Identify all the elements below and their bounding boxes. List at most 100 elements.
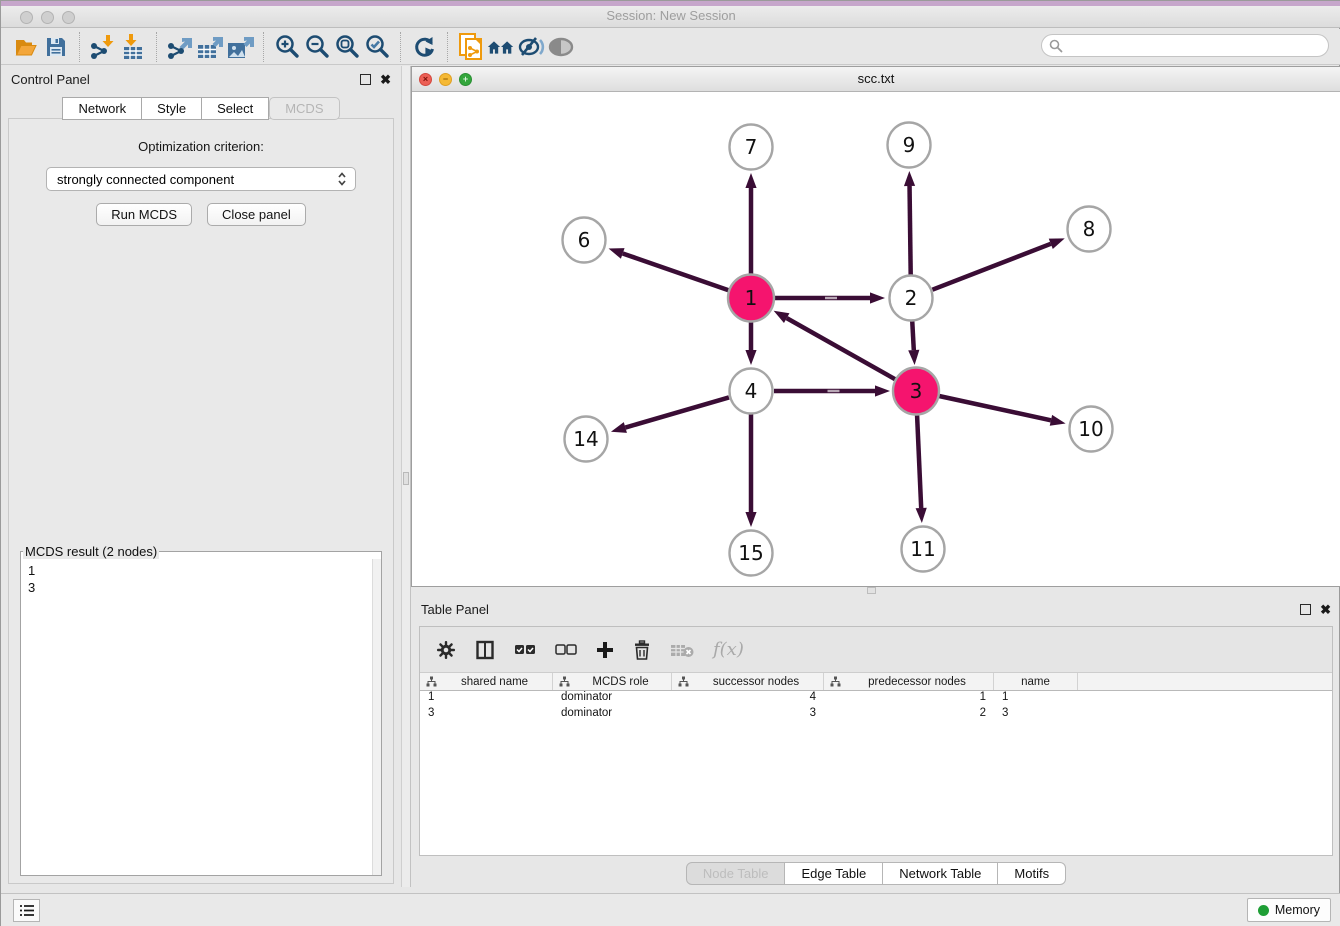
tab-network-table[interactable]: Network Table [883,862,998,885]
graph-node-15[interactable]: 15 [730,531,773,576]
panel-splitter[interactable] [401,66,411,887]
tab-motifs[interactable]: Motifs [998,862,1066,885]
graph-edge-2-8[interactable] [932,244,1050,290]
tab-edge-table[interactable]: Edge Table [785,862,883,885]
close-panel-icon[interactable]: ✖ [380,73,391,86]
network-view-window: × − + scc.txt 7 9 6 8 1 2 4 3 14 10 15 11 [411,66,1340,587]
open-session-icon[interactable] [11,32,41,62]
float-panel-icon[interactable] [360,74,371,85]
table-settings-gear-icon[interactable] [436,640,456,660]
graph-node-6[interactable]: 6 [563,218,606,263]
tab-style[interactable]: Style [142,97,202,120]
network-graph[interactable]: 7 9 6 8 1 2 4 3 14 10 15 11 [412,92,1340,586]
home-networks-icon[interactable] [486,32,516,62]
tab-node-table[interactable]: Node Table [686,862,786,885]
graph-node-1[interactable]: 1 [728,275,774,322]
export-table-icon[interactable] [195,32,225,62]
column-header[interactable]: MCDS role [553,673,672,690]
graph-node-14[interactable]: 14 [565,417,608,462]
criterion-dropdown[interactable]: strongly connected component [46,167,356,191]
run-mcds-button[interactable]: Run MCDS [96,203,192,226]
graph-edge-3-10[interactable] [938,396,1050,420]
graph-node-3[interactable]: 3 [893,368,939,415]
memory-label: Memory [1275,903,1320,917]
search-input[interactable] [1067,39,1328,53]
main-toolbar [1,29,1340,65]
import-table-icon[interactable] [118,32,148,62]
select-all-columns-icon[interactable] [514,644,536,656]
apply-layout-icon[interactable] [409,32,439,62]
sash-grip[interactable] [867,587,876,594]
splitter-grip[interactable] [403,472,409,485]
zoom-out-icon[interactable] [302,32,332,62]
memory-button[interactable]: Memory [1247,898,1331,922]
graph-edge-2-3[interactable] [912,321,914,350]
table-cell[interactable]: 3 [994,707,1078,723]
column-header[interactable]: name [994,673,1078,690]
zoom-in-icon[interactable] [272,32,302,62]
toolbar-separator [400,32,401,62]
node-label: 3 [910,379,923,403]
network-canvas[interactable]: 7 9 6 8 1 2 4 3 14 10 15 11 [412,92,1340,586]
table-cell[interactable]: 2 [824,707,994,723]
create-column-icon[interactable] [596,641,614,659]
graph-edge-4-14[interactable] [625,397,729,427]
node-table-container: f(x) shared nameMCDS rolesuccessor nodes… [419,626,1333,856]
unselect-all-columns-icon[interactable] [555,644,577,656]
graph-node-4[interactable]: 4 [730,369,773,414]
node-label: 14 [573,427,598,451]
titlebar-accent [1,1,1340,6]
table-cell[interactable]: 1 [824,691,994,707]
table-cell[interactable]: dominator [553,691,672,707]
column-header[interactable]: shared name [420,673,553,690]
graph-node-9[interactable]: 9 [888,123,931,168]
tab-select[interactable]: Select [202,97,269,120]
task-history-button[interactable] [13,899,40,922]
show-hide-details-icon[interactable] [546,32,576,62]
zoom-fit-icon[interactable] [332,32,362,62]
node-label: 7 [745,135,758,159]
table-row[interactable]: 1dominator411 [420,691,1332,707]
graph-edge-2-9[interactable] [910,186,911,275]
delete-column-icon[interactable] [633,640,651,660]
graph-node-7[interactable]: 7 [730,125,773,170]
import-network-icon[interactable] [88,32,118,62]
graph-node-10[interactable]: 10 [1070,407,1113,452]
table-cell[interactable]: 1 [420,691,553,707]
float-table-panel-icon[interactable] [1300,604,1311,615]
graph-edge-3-11[interactable] [917,414,921,508]
tab-mcds[interactable]: MCDS [269,97,339,120]
show-column-panel-icon[interactable] [475,640,495,660]
table-cell[interactable]: dominator [553,707,672,723]
edge-arrowhead [916,508,927,523]
zoom-selected-icon[interactable] [362,32,392,62]
close-panel-button[interactable]: Close panel [207,203,306,226]
table-cell[interactable]: 4 [672,691,824,707]
graph-edge-1-6[interactable] [623,253,730,290]
tab-network[interactable]: Network [62,97,142,120]
export-image-icon[interactable] [225,32,255,62]
graph-edge-3-1[interactable] [787,318,896,380]
save-session-icon[interactable] [41,32,71,62]
graph-node-2[interactable]: 2 [890,276,933,321]
close-table-panel-icon[interactable]: ✖ [1320,603,1331,616]
export-network-icon[interactable] [165,32,195,62]
new-network-from-file-icon[interactable] [456,32,486,62]
table-cell[interactable]: 3 [672,707,824,723]
search-field[interactable] [1041,34,1329,57]
criterion-dropdown-value: strongly connected component [57,172,337,187]
network-window-titlebar[interactable]: × − + scc.txt [412,67,1340,92]
graph-node-8[interactable]: 8 [1068,207,1111,252]
table-cell[interactable]: 3 [420,707,553,723]
result-scrollbar[interactable] [372,559,381,875]
mcds-result-text[interactable]: 13 [21,559,372,875]
column-header[interactable]: successor nodes [672,673,824,690]
graph-node-11[interactable]: 11 [902,527,945,572]
table-cell[interactable]: 1 [994,691,1078,707]
node-label: 8 [1083,217,1096,241]
table-row[interactable]: 3dominator323 [420,707,1332,723]
edge-arrowhead [745,173,756,188]
column-header[interactable]: predecessor nodes [824,673,994,690]
sort-column-icon [678,676,689,687]
show-style-icon[interactable] [516,32,546,62]
